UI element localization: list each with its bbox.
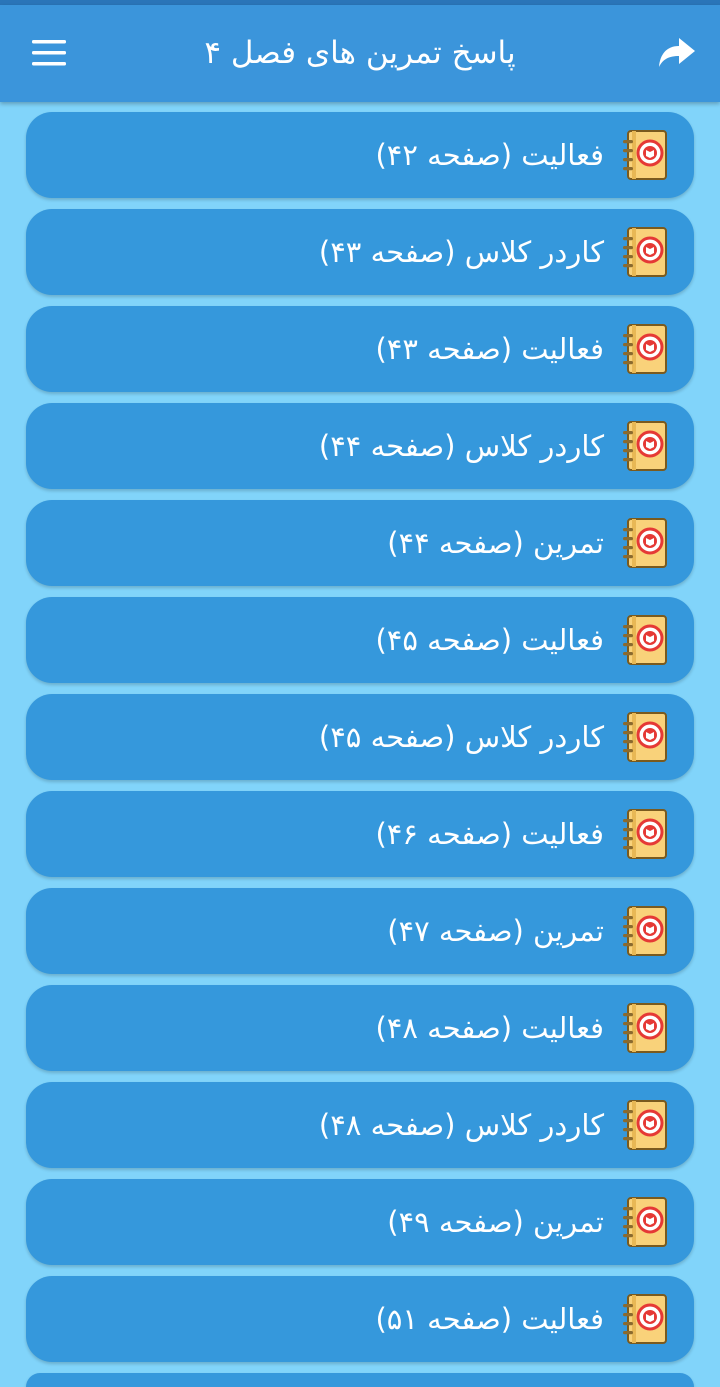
exercise-list: فعالیت (صفحه ۴۲) کاردر کلاس (صفحه ۴۳) فع…: [26, 112, 694, 1373]
share-arrow-icon: [659, 38, 695, 67]
list-item-8[interactable]: فعالیت (صفحه ۴۶): [26, 791, 694, 877]
notebook-icon: [620, 515, 670, 571]
list-item-label: کاردر کلاس (صفحه ۴۴): [318, 429, 604, 463]
hamburger-menu-icon: [32, 40, 66, 66]
share-button[interactable]: [652, 31, 702, 75]
list-item-label: کاردر کلاس (صفحه ۴۸): [318, 1108, 604, 1142]
menu-button[interactable]: [22, 31, 76, 75]
list-item-6[interactable]: فعالیت (صفحه ۴۵): [26, 597, 694, 683]
list-item-5[interactable]: تمرین (صفحه ۴۴): [26, 500, 694, 586]
list-item-partial[interactable]: [26, 1373, 694, 1387]
app-bar: پاسخ تمرین های فصل ۴: [0, 5, 720, 102]
notebook-icon: [620, 418, 670, 474]
list-item-13[interactable]: فعالیت (صفحه ۵۱): [26, 1276, 694, 1362]
list-item-label: فعالیت (صفحه ۴۸): [375, 1011, 604, 1045]
list-item-1[interactable]: فعالیت (صفحه ۴۲): [26, 112, 694, 198]
list-item-11[interactable]: کاردر کلاس (صفحه ۴۸): [26, 1082, 694, 1168]
notebook-icon: [620, 806, 670, 862]
notebook-icon: [620, 1097, 670, 1153]
list-item-label: فعالیت (صفحه ۴۶): [375, 817, 604, 851]
notebook-icon: [620, 1000, 670, 1056]
list-item-2[interactable]: کاردر کلاس (صفحه ۴۳): [26, 209, 694, 295]
notebook-icon: [620, 612, 670, 668]
notebook-icon: [620, 1291, 670, 1347]
list-item-4[interactable]: کاردر کلاس (صفحه ۴۴): [26, 403, 694, 489]
list-item-9[interactable]: تمرین (صفحه ۴۷): [26, 888, 694, 974]
list-item-label: تمرین (صفحه ۴۴): [387, 526, 604, 560]
list-item-label: کاردر کلاس (صفحه ۴۳): [318, 235, 604, 269]
notebook-icon: [620, 127, 670, 183]
list-item-label: فعالیت (صفحه ۴۲): [375, 138, 604, 172]
list-item-label: فعالیت (صفحه ۴۵): [375, 623, 604, 657]
list-item-3[interactable]: فعالیت (صفحه ۴۳): [26, 306, 694, 392]
notebook-icon: [620, 1194, 670, 1250]
list-item-label: کاردر کلاس (صفحه ۴۵): [318, 720, 604, 754]
notebook-icon: [620, 321, 670, 377]
list-item-label: فعالیت (صفحه ۵۱): [375, 1302, 604, 1336]
notebook-icon: [620, 709, 670, 765]
notebook-icon: [620, 224, 670, 280]
list-item-10[interactable]: فعالیت (صفحه ۴۸): [26, 985, 694, 1071]
list-item-12[interactable]: تمرین (صفحه ۴۹): [26, 1179, 694, 1265]
list-item-label: تمرین (صفحه ۴۷): [387, 914, 604, 948]
notebook-icon: [620, 903, 670, 959]
list-item-label: فعالیت (صفحه ۴۳): [375, 332, 604, 366]
page-title: پاسخ تمرین های فصل ۴: [204, 35, 516, 71]
list-item-7[interactable]: کاردر کلاس (صفحه ۴۵): [26, 694, 694, 780]
list-item-label: تمرین (صفحه ۴۹): [387, 1205, 604, 1239]
